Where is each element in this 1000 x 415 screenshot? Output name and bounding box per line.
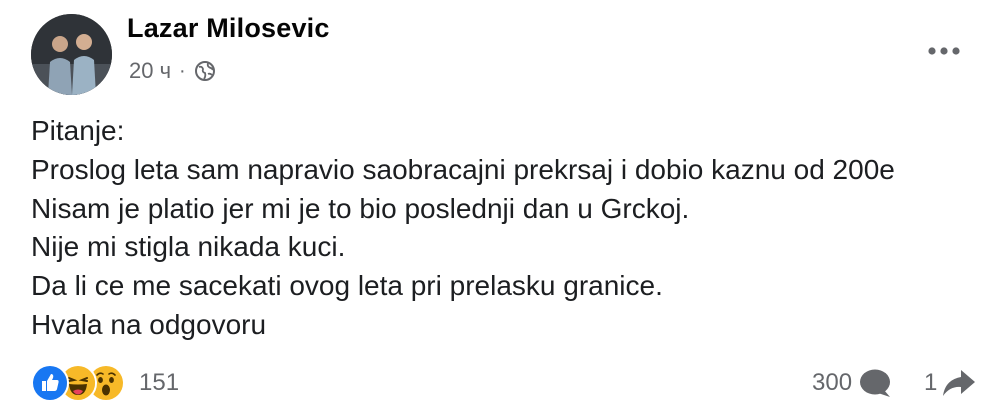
post-text: Pitanje: Proslog leta sam napravio saobr… — [31, 112, 981, 345]
post-text-line: Proslog leta sam napravio saobracajni pr… — [31, 153, 895, 185]
post-text-line: Nije mi stigla nikada kuci. — [31, 231, 346, 263]
more-options-button[interactable] — [922, 34, 966, 68]
post-timestamp[interactable]: 20 ч — [129, 58, 171, 84]
more-options-icon — [928, 47, 960, 55]
facebook-post: Lazar Milosevic 20 ч · Pitanje: Proslog … — [0, 0, 1000, 415]
share-count: 1 — [924, 369, 938, 396]
avatar[interactable] — [31, 14, 112, 95]
share-icon — [943, 370, 976, 396]
comment-icon — [860, 369, 891, 397]
comment-count-link[interactable]: 300 — [812, 368, 892, 398]
profile-photo — [31, 14, 112, 95]
reactions-summary[interactable]: 151 — [31, 364, 179, 402]
post-meta: 20 ч · — [129, 58, 216, 84]
post-text-line: Pitanje: — [31, 115, 125, 146]
reaction-count: 151 — [139, 369, 180, 396]
author-name[interactable]: Lazar Milosevic — [127, 13, 330, 44]
globe-icon[interactable] — [194, 60, 216, 82]
like-reaction-icon — [31, 364, 69, 402]
meta-separator: · — [179, 59, 186, 82]
post-text-line: Da li ce me sacekati ovog leta pri prela… — [31, 270, 663, 302]
comment-count: 300 — [812, 369, 853, 396]
post-text-line: Hvala na odgovoru — [31, 308, 267, 340]
post-text-line: Nisam je platio jer mi je to bio posledn… — [31, 192, 690, 224]
share-count-link[interactable]: 1 — [924, 368, 977, 398]
